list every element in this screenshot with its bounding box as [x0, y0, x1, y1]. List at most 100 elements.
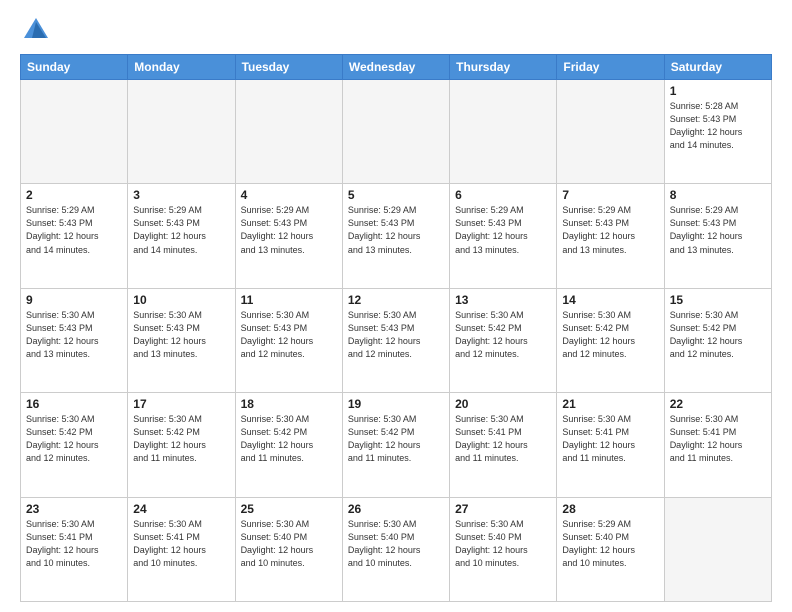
day-cell: 23 Sunrise: 5:30 AM Sunset: 5:41 PM Dayli… — [21, 497, 128, 601]
day-cell: 16 Sunrise: 5:30 AM Sunset: 5:42 PM Dayli… — [21, 393, 128, 497]
day-cell: 22 Sunrise: 5:30 AM Sunset: 5:41 PM Dayli… — [664, 393, 771, 497]
logo — [20, 16, 50, 44]
day-cell: 1 Sunrise: 5:28 AM Sunset: 5:43 PM Daylig… — [664, 80, 771, 184]
calendar-table: SundayMondayTuesdayWednesdayThursdayFrid… — [20, 54, 772, 602]
day-info: Sunrise: 5:30 AM Sunset: 5:41 PM Dayligh… — [26, 518, 122, 570]
day-info: Sunrise: 5:30 AM Sunset: 5:42 PM Dayligh… — [133, 413, 229, 465]
day-info: Sunrise: 5:30 AM Sunset: 5:40 PM Dayligh… — [348, 518, 444, 570]
day-number: 19 — [348, 397, 444, 411]
day-info: Sunrise: 5:30 AM Sunset: 5:40 PM Dayligh… — [455, 518, 551, 570]
day-number: 23 — [26, 502, 122, 516]
day-info: Sunrise: 5:30 AM Sunset: 5:41 PM Dayligh… — [455, 413, 551, 465]
week-row-1: 1 Sunrise: 5:28 AM Sunset: 5:43 PM Daylig… — [21, 80, 772, 184]
day-info: Sunrise: 5:30 AM Sunset: 5:41 PM Dayligh… — [562, 413, 658, 465]
day-cell: 15 Sunrise: 5:30 AM Sunset: 5:42 PM Dayli… — [664, 288, 771, 392]
day-info: Sunrise: 5:30 AM Sunset: 5:42 PM Dayligh… — [348, 413, 444, 465]
day-number: 24 — [133, 502, 229, 516]
page: SundayMondayTuesdayWednesdayThursdayFrid… — [0, 0, 792, 612]
day-cell: 26 Sunrise: 5:30 AM Sunset: 5:40 PM Dayli… — [342, 497, 449, 601]
day-cell: 17 Sunrise: 5:30 AM Sunset: 5:42 PM Dayli… — [128, 393, 235, 497]
day-cell: 14 Sunrise: 5:30 AM Sunset: 5:42 PM Dayli… — [557, 288, 664, 392]
day-info: Sunrise: 5:29 AM Sunset: 5:43 PM Dayligh… — [670, 204, 766, 256]
day-cell: 18Sunrise: 5:30 AM Sunset: 5:42 PM Dayli… — [235, 393, 342, 497]
day-cell — [664, 497, 771, 601]
week-row-5: 23 Sunrise: 5:30 AM Sunset: 5:41 PM Dayli… — [21, 497, 772, 601]
day-number: 4 — [241, 188, 337, 202]
day-number: 25 — [241, 502, 337, 516]
calendar-body: 1 Sunrise: 5:28 AM Sunset: 5:43 PM Daylig… — [21, 80, 772, 602]
day-info: Sunrise: 5:29 AM Sunset: 5:43 PM Dayligh… — [455, 204, 551, 256]
day-number: 6 — [455, 188, 551, 202]
day-of-week-row: SundayMondayTuesdayWednesdayThursdayFrid… — [21, 55, 772, 80]
day-header-thursday: Thursday — [450, 55, 557, 80]
day-cell: 20 Sunrise: 5:30 AM Sunset: 5:41 PM Dayli… — [450, 393, 557, 497]
logo-icon — [22, 16, 50, 44]
day-cell — [128, 80, 235, 184]
day-cell — [21, 80, 128, 184]
day-number: 5 — [348, 188, 444, 202]
day-info: Sunrise: 5:30 AM Sunset: 5:40 PM Dayligh… — [241, 518, 337, 570]
day-number: 14 — [562, 293, 658, 307]
day-info: Sunrise: 5:28 AM Sunset: 5:43 PM Dayligh… — [670, 100, 766, 152]
day-info: Sunrise: 5:30 AM Sunset: 5:42 PM Dayligh… — [455, 309, 551, 361]
day-header-sunday: Sunday — [21, 55, 128, 80]
day-number: 16 — [26, 397, 122, 411]
day-cell: 8 Sunrise: 5:29 AM Sunset: 5:43 PM Daylig… — [664, 184, 771, 288]
day-cell: 27 Sunrise: 5:30 AM Sunset: 5:40 PM Dayli… — [450, 497, 557, 601]
day-cell: 2 Sunrise: 5:29 AM Sunset: 5:43 PM Daylig… — [21, 184, 128, 288]
day-number: 9 — [26, 293, 122, 307]
week-row-2: 2 Sunrise: 5:29 AM Sunset: 5:43 PM Daylig… — [21, 184, 772, 288]
day-info: Sunrise: 5:30 AM Sunset: 5:43 PM Dayligh… — [241, 309, 337, 361]
day-cell: 5 Sunrise: 5:29 AM Sunset: 5:43 PM Daylig… — [342, 184, 449, 288]
header — [20, 16, 772, 44]
day-number: 17 — [133, 397, 229, 411]
day-cell: 9Sunrise: 5:30 AM Sunset: 5:43 PM Daylig… — [21, 288, 128, 392]
day-number: 27 — [455, 502, 551, 516]
day-info: Sunrise: 5:29 AM Sunset: 5:43 PM Dayligh… — [348, 204, 444, 256]
day-cell — [450, 80, 557, 184]
day-header-saturday: Saturday — [664, 55, 771, 80]
day-cell: 3 Sunrise: 5:29 AM Sunset: 5:43 PM Daylig… — [128, 184, 235, 288]
day-info: Sunrise: 5:30 AM Sunset: 5:43 PM Dayligh… — [133, 309, 229, 361]
day-cell: 28 Sunrise: 5:29 AM Sunset: 5:40 PM Dayli… — [557, 497, 664, 601]
day-cell: 11Sunrise: 5:30 AM Sunset: 5:43 PM Dayli… — [235, 288, 342, 392]
day-info: Sunrise: 5:29 AM Sunset: 5:43 PM Dayligh… — [241, 204, 337, 256]
day-number: 13 — [455, 293, 551, 307]
week-row-4: 16 Sunrise: 5:30 AM Sunset: 5:42 PM Dayli… — [21, 393, 772, 497]
day-number: 3 — [133, 188, 229, 202]
day-info: Sunrise: 5:30 AM Sunset: 5:43 PM Dayligh… — [348, 309, 444, 361]
day-header-wednesday: Wednesday — [342, 55, 449, 80]
day-cell: 7Sunrise: 5:29 AM Sunset: 5:43 PM Daylig… — [557, 184, 664, 288]
day-cell — [235, 80, 342, 184]
day-info: Sunrise: 5:29 AM Sunset: 5:40 PM Dayligh… — [562, 518, 658, 570]
day-cell: 19 Sunrise: 5:30 AM Sunset: 5:42 PM Dayli… — [342, 393, 449, 497]
week-row-3: 9 Sunrise: 5:30 AM Sunset: 5:43 PM Daylig… — [21, 288, 772, 392]
day-number: 20 — [455, 397, 551, 411]
day-info: Sunrise: 5:29 AM Sunset: 5:43 PM Dayligh… — [133, 204, 229, 256]
day-info: Sunrise: 5:30 AM Sunset: 5:42 PM Dayligh… — [670, 309, 766, 361]
day-cell: 25 Sunrise: 5:30 AM Sunset: 5:40 PM Dayli… — [235, 497, 342, 601]
day-info: Sunrise: 5:30 AM Sunset: 5:42 PM Dayligh… — [562, 309, 658, 361]
day-cell — [557, 80, 664, 184]
day-header-friday: Friday — [557, 55, 664, 80]
day-number: 1 — [670, 84, 766, 98]
day-number: 22 — [670, 397, 766, 411]
day-number: 15 — [670, 293, 766, 307]
day-number: 28 — [562, 502, 658, 516]
day-info: Sunrise: 5:30 AM Sunset: 5:42 PM Dayligh… — [26, 413, 122, 465]
day-number: 2 — [26, 188, 122, 202]
day-info: Sunrise: 5:29 AM Sunset: 5:43 PM Dayligh… — [26, 204, 122, 256]
day-info: Sunrise: 5:30 AM Sunset: 5:41 PM Dayligh… — [133, 518, 229, 570]
day-header-tuesday: Tuesday — [235, 55, 342, 80]
day-cell — [342, 80, 449, 184]
day-cell: 24 Sunrise: 5:30 AM Sunset: 5:41 PM Dayli… — [128, 497, 235, 601]
day-header-monday: Monday — [128, 55, 235, 80]
day-info: Sunrise: 5:29 AM Sunset: 5:43 PM Dayligh… — [562, 204, 658, 256]
day-cell: 10Sunrise: 5:30 AM Sunset: 5:43 PM Dayli… — [128, 288, 235, 392]
day-number: 18 — [241, 397, 337, 411]
day-number: 26 — [348, 502, 444, 516]
day-cell: 4 Sunrise: 5:29 AM Sunset: 5:43 PM Daylig… — [235, 184, 342, 288]
day-info: Sunrise: 5:30 AM Sunset: 5:41 PM Dayligh… — [670, 413, 766, 465]
day-number: 12 — [348, 293, 444, 307]
day-number: 8 — [670, 188, 766, 202]
